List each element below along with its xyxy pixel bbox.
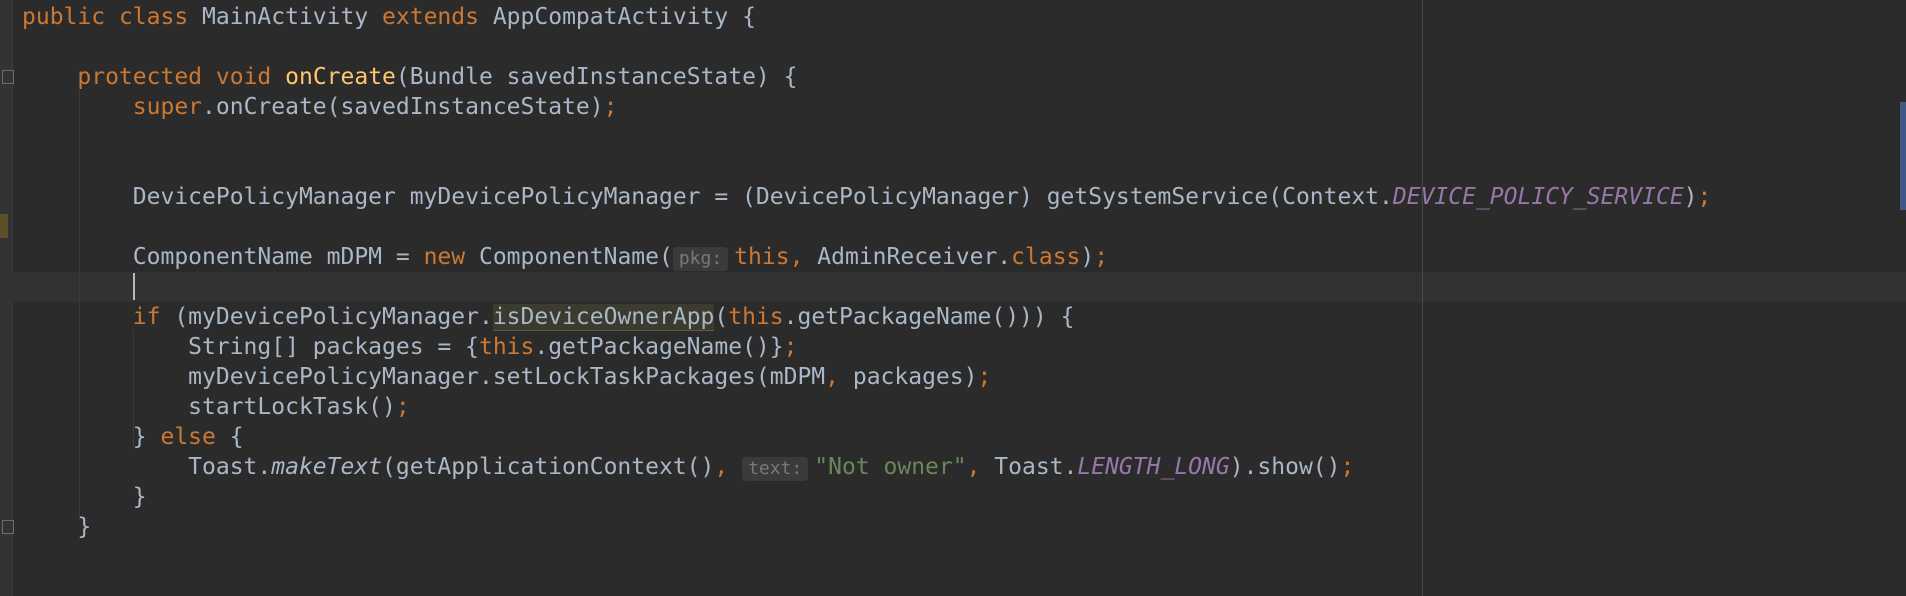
code-token: (myDevicePolicyManager. (174, 304, 493, 330)
parameter-hint: pkg: (672, 247, 729, 271)
code-token: ; (1094, 244, 1109, 270)
code-token: this (734, 244, 790, 270)
code-token: public (22, 4, 119, 30)
code-token: MainActivity (202, 4, 383, 30)
code-token: { (229, 424, 244, 450)
code-token: onCreate (285, 64, 396, 90)
code-token: } (22, 514, 92, 540)
code-token: , (714, 454, 743, 480)
code-line[interactable]: myDevicePolicyManager.setLockTaskPackage… (22, 362, 991, 392)
code-token: ; (603, 94, 618, 120)
code-token: ; (1340, 454, 1355, 480)
code-token: ; (783, 334, 798, 360)
code-token: ComponentName mDPM = (22, 244, 424, 270)
code-token: super (132, 94, 203, 120)
scrollbar-thumb[interactable] (1900, 102, 1906, 210)
code-line[interactable]: } (22, 512, 91, 542)
code-token: ; (1697, 184, 1712, 210)
code-token: if (132, 304, 175, 330)
code-token: .getPackageName()} (534, 334, 784, 360)
current-line-highlight (12, 272, 1906, 302)
code-line[interactable]: String[] packages = {this.getPackageName… (22, 332, 797, 362)
code-token: this (728, 304, 784, 330)
code-token: , (825, 364, 853, 390)
code-line[interactable]: } else { (22, 422, 244, 452)
code-token: class (1011, 244, 1081, 270)
code-token: "Not owner" (814, 454, 967, 480)
code-token: DevicePolicyManager myDevicePolicyManage… (22, 184, 1393, 210)
parameter-hint: text: (742, 457, 809, 481)
code-token: (Bundle savedInstanceState) { (395, 64, 798, 90)
code-token: } (22, 424, 161, 450)
code-line[interactable]: } (22, 482, 147, 512)
fold-start-icon[interactable] (2, 70, 14, 84)
code-token: protected (77, 64, 216, 90)
code-token: Toast. (22, 454, 272, 480)
code-line[interactable]: Toast.makeText(getApplicationContext(), … (22, 452, 1354, 482)
code-token: void (215, 64, 286, 90)
code-token: class (118, 4, 203, 30)
code-token: } (22, 484, 147, 510)
code-token: isDeviceOwnerApp (492, 304, 715, 331)
code-token: ).show() (1229, 454, 1341, 480)
code-token: ComponentName( (478, 244, 673, 270)
code-token: AdminReceiver. (817, 244, 1012, 270)
code-line[interactable]: protected void onCreate(Bundle savedInst… (22, 62, 797, 92)
code-token: else (160, 424, 230, 450)
code-token: (getApplicationContext() (382, 454, 715, 480)
code-line[interactable]: ComponentName mDPM = new ComponentName(p… (22, 242, 1108, 272)
right-margin-guide (1422, 0, 1423, 596)
code-token: ; (977, 364, 992, 390)
code-token: ) (1683, 184, 1698, 210)
code-token: this (478, 334, 535, 360)
code-token: DEVICE_POLICY_SERVICE (1392, 184, 1684, 210)
code-line[interactable]: startLockTask(); (22, 392, 410, 422)
code-token: .getPackageName())) { (783, 304, 1075, 330)
code-line[interactable]: if (myDevicePolicyManager.isDeviceOwnerA… (22, 302, 1074, 332)
code-editor[interactable]: public class MainActivity extends AppCom… (0, 0, 1906, 596)
code-token: Toast. (994, 454, 1078, 480)
code-token: myDevicePolicyManager.setLockTaskPackage… (22, 364, 826, 390)
code-token: extends (382, 4, 493, 30)
code-token: packages) (852, 364, 978, 390)
fold-end-icon[interactable] (2, 520, 14, 534)
code-token: ; (395, 394, 410, 420)
code-token: AppCompatActivity { (492, 4, 756, 30)
code-token: String[] packages = { (22, 334, 479, 360)
code-token: ( (714, 304, 729, 330)
code-token: makeText (271, 454, 383, 480)
code-line[interactable]: super.onCreate(savedInstanceState); (22, 92, 618, 122)
code-token: ) (1080, 244, 1095, 270)
code-token: LENGTH_LONG (1077, 454, 1230, 480)
text-caret (133, 273, 135, 300)
code-token: startLockTask() (22, 394, 396, 420)
code-token: .onCreate(savedInstanceState) (202, 94, 604, 120)
code-token: new (423, 244, 479, 270)
code-line[interactable]: public class MainActivity extends AppCom… (22, 2, 756, 32)
gutter-change-marker (0, 214, 8, 238)
code-token: , (789, 244, 818, 270)
code-line[interactable]: DevicePolicyManager myDevicePolicyManage… (22, 182, 1712, 212)
code-token: , (966, 454, 995, 480)
